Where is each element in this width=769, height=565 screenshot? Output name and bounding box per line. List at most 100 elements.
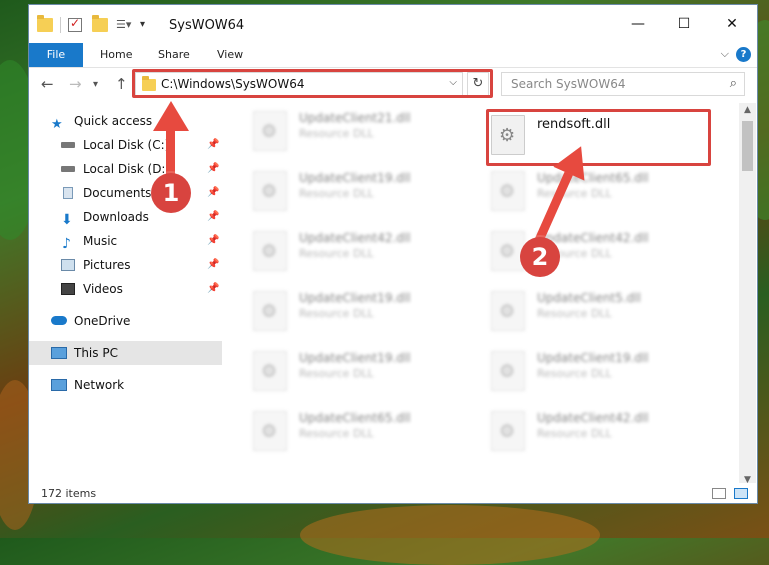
file-name: UpdateClient5.dll	[537, 291, 641, 305]
documents-icon	[63, 187, 73, 199]
address-bar-highlight	[132, 69, 493, 98]
search-input[interactable]: Search SysWOW64	[511, 77, 625, 91]
navigation-pane: ★ Quick access Local Disk (C:) 📌 Local D…	[29, 103, 222, 475]
tab-share[interactable]: Share	[158, 43, 190, 67]
quick-access-toolbar: ☰▾ ▾	[37, 15, 150, 33]
file-name: UpdateClient65.dll	[537, 171, 649, 185]
sidebar-item-label: Quick access	[74, 114, 153, 128]
file-name: UpdateClient19.dll	[299, 351, 411, 365]
scroll-up-icon[interactable]: ▲	[744, 105, 751, 115]
file-type: Resource DLL	[537, 307, 612, 320]
file-name: UpdateClient21.dll	[299, 111, 411, 125]
sidebar-item-label: Videos	[83, 282, 123, 296]
back-button[interactable]: ←	[41, 75, 54, 93]
quick-access-dropdown-icon[interactable]: ▾	[140, 18, 150, 32]
list-item[interactable]: UpdateClient19.dll Resource DLL	[247, 165, 467, 215]
list-item[interactable]: UpdateClient19.dll Resource DLL	[485, 345, 705, 395]
list-item[interactable]: UpdateClient19.dll Resource DLL	[247, 345, 467, 395]
file-type: Resource DLL	[299, 427, 374, 440]
sidebar-item-pictures[interactable]: Pictures 📌	[29, 253, 222, 277]
list-item[interactable]: UpdateClient19.dll Resource DLL	[247, 285, 467, 335]
sidebar-item-network[interactable]: Network	[29, 373, 222, 397]
search-icon[interactable]: ⌕	[730, 76, 737, 91]
list-item[interactable]: UpdateClient42.dll Resource DLL	[485, 225, 705, 275]
dll-file-icon	[253, 411, 287, 451]
sidebar-item-quick-access[interactable]: ★ Quick access	[29, 109, 222, 133]
list-item[interactable]: UpdateClient65.dll Resource DLL	[485, 165, 705, 215]
large-icons-view-icon[interactable]	[734, 488, 748, 499]
file-type: Resource DLL	[299, 367, 374, 380]
file-type: Resource DLL	[299, 307, 374, 320]
tab-home[interactable]: Home	[100, 43, 132, 67]
dll-file-icon	[253, 171, 287, 211]
dll-file-icon	[253, 291, 287, 331]
dll-file-icon	[253, 111, 287, 151]
list-item[interactable]: UpdateClient65.dll Resource DLL	[247, 405, 467, 455]
close-button[interactable]: ✕	[709, 11, 755, 37]
sidebar-item-label: Downloads	[83, 210, 149, 224]
sidebar-item-label: Pictures	[83, 258, 131, 272]
sidebar-item-label: Local Disk (C:)	[83, 138, 170, 152]
sidebar-item-videos[interactable]: Videos 📌	[29, 277, 222, 301]
sidebar-item-music[interactable]: ♪ Music 📌	[29, 229, 222, 253]
customize-toolbar-icon[interactable]: ☰▾	[116, 18, 136, 32]
drive-icon	[61, 142, 75, 148]
tab-view[interactable]: View	[217, 43, 243, 67]
sidebar-item-documents[interactable]: Documents 📌	[29, 181, 222, 205]
pictures-icon	[61, 259, 75, 271]
details-view-icon[interactable]	[712, 488, 726, 499]
sidebar-item-onedrive[interactable]: OneDrive	[29, 309, 222, 333]
file-type: Resource DLL	[299, 247, 374, 260]
minimize-button[interactable]: —	[615, 11, 661, 37]
recent-locations-icon[interactable]: ▾	[93, 79, 98, 90]
sidebar-item-label: Network	[74, 378, 125, 392]
navigation-bar: ← → ▾ ↑ C:\Windows\SysWOW64 ⌵ ↻ Search S…	[29, 68, 757, 100]
tab-file[interactable]: File	[29, 43, 83, 67]
pin-icon[interactable]: 📌	[207, 157, 219, 181]
pin-icon[interactable]: 📌	[207, 133, 219, 157]
sidebar-item-this-pc[interactable]: This PC	[29, 341, 222, 365]
sidebar-item-downloads[interactable]: ⬇ Downloads 📌	[29, 205, 222, 229]
pin-icon[interactable]: 📌	[207, 277, 219, 301]
pin-icon[interactable]: 📌	[207, 229, 219, 253]
file-type: Resource DLL	[537, 187, 612, 200]
pin-icon[interactable]: 📌	[207, 181, 219, 205]
arrow-1-head	[153, 101, 189, 131]
scroll-thumb[interactable]	[742, 121, 753, 171]
computer-icon	[51, 347, 67, 359]
forward-button[interactable]: →	[69, 75, 82, 93]
drive-icon	[61, 166, 75, 172]
list-item[interactable]: UpdateClient42.dll Resource DLL	[485, 405, 705, 455]
sidebar-item-local-disk-c[interactable]: Local Disk (C:) 📌	[29, 133, 222, 157]
dll-file-icon	[491, 171, 525, 211]
music-icon: ♪	[62, 236, 71, 252]
file-name: UpdateClient42.dll	[537, 411, 649, 425]
maximize-button[interactable]: ☐	[661, 11, 707, 37]
title-bar: ☰▾ ▾ SysWOW64 — ☐ ✕	[29, 5, 757, 43]
status-bar: 172 items	[29, 483, 757, 503]
explorer-window: ☰▾ ▾ SysWOW64 — ☐ ✕ File Home Share View…	[28, 4, 758, 504]
expand-ribbon-icon[interactable]: ⌵	[721, 47, 729, 61]
list-item[interactable]: UpdateClient42.dll Resource DLL	[247, 225, 467, 275]
properties-icon[interactable]	[68, 16, 82, 32]
file-type: Resource DLL	[537, 427, 612, 440]
vertical-scrollbar[interactable]: ▲ ▼	[739, 103, 756, 489]
sidebar-item-label: OneDrive	[74, 314, 131, 328]
folder-icon[interactable]	[37, 15, 53, 32]
search-box[interactable]: Search SysWOW64 ⌕	[501, 72, 745, 96]
sidebar-item-label: This PC	[74, 346, 118, 360]
sidebar-item-local-disk-d[interactable]: Local Disk (D:) 📌	[29, 157, 222, 181]
background-foliage	[300, 505, 600, 565]
list-item[interactable]: UpdateClient21.dll Resource DLL	[247, 105, 467, 155]
dll-file-icon	[491, 351, 525, 391]
file-name: UpdateClient19.dll	[299, 171, 411, 185]
pin-icon[interactable]: 📌	[207, 205, 219, 229]
videos-icon	[61, 283, 75, 295]
download-icon: ⬇	[61, 212, 73, 228]
list-item[interactable]: UpdateClient5.dll Resource DLL	[485, 285, 705, 335]
up-button[interactable]: ↑	[115, 75, 128, 93]
new-folder-icon[interactable]	[92, 15, 108, 32]
sidebar-item-label: Documents	[83, 186, 152, 200]
help-icon[interactable]: ?	[736, 47, 751, 62]
pin-icon[interactable]: 📌	[207, 253, 219, 277]
